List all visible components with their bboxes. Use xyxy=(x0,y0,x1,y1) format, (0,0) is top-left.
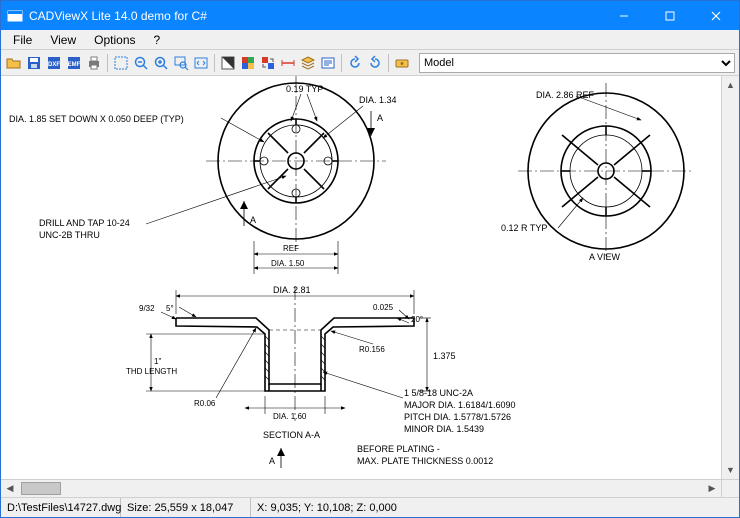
svg-text:DIA. 1.85 SET DOWN X 0.050 DEE: DIA. 1.85 SET DOWN X 0.050 DEEP (TYP) xyxy=(9,114,184,124)
fit-icon[interactable] xyxy=(192,53,210,73)
svg-text:9/32: 9/32 xyxy=(139,304,155,313)
svg-text:DIA. 1.50: DIA. 1.50 xyxy=(271,259,305,268)
drawing-canvas[interactable]: A A DIA. 1.85 SET DOWN X 0.050 DEEP (TYP… xyxy=(1,76,721,479)
menu-options[interactable]: Options xyxy=(86,31,143,49)
black-white-icon[interactable] xyxy=(219,53,237,73)
texts-icon[interactable] xyxy=(319,53,337,73)
svg-text:5°: 5° xyxy=(166,304,174,313)
layout-select[interactable]: Model xyxy=(419,53,735,73)
toolbar-separator xyxy=(214,54,215,72)
svg-text:R0.156: R0.156 xyxy=(359,345,385,354)
status-cursor: X: 9,035; Y: 10,108; Z: 0,000 xyxy=(251,498,739,517)
menu-file[interactable]: File xyxy=(5,31,40,49)
svg-text:BEFORE PLATING -: BEFORE PLATING - xyxy=(357,444,440,454)
svg-text:UNC-2B THRU: UNC-2B THRU xyxy=(39,230,100,240)
open-icon[interactable] xyxy=(5,53,23,73)
layers-icon[interactable] xyxy=(299,53,317,73)
svg-text:0.19 TYP: 0.19 TYP xyxy=(286,84,323,94)
horizontal-scrollbar[interactable]: ◀ ▶ xyxy=(1,479,721,497)
vertical-scrollbar[interactable]: ▲ ▼ xyxy=(721,76,739,479)
svg-text:A: A xyxy=(250,215,256,225)
maximize-button[interactable] xyxy=(647,1,693,30)
svg-text:1": 1" xyxy=(154,357,161,366)
scroll-up-icon[interactable]: ▲ xyxy=(722,76,739,94)
svg-text:DIA. 1.60: DIA. 1.60 xyxy=(273,412,307,421)
status-size: Size: 25,559 x 18,047 xyxy=(121,498,251,517)
svg-text:1.375: 1.375 xyxy=(433,351,456,361)
app-icon xyxy=(7,8,23,24)
svg-text:PITCH DIA. 1.5778/1.5726: PITCH DIA. 1.5778/1.5726 xyxy=(404,412,511,422)
minimize-button[interactable] xyxy=(601,1,647,30)
svg-text:DXF: DXF xyxy=(48,62,60,68)
toolbar-separator xyxy=(388,54,389,72)
svg-text:SECTION A-A: SECTION A-A xyxy=(263,430,320,440)
svg-text:A VIEW: A VIEW xyxy=(589,252,621,262)
svg-text:DIA. 2.86 REF: DIA. 2.86 REF xyxy=(536,90,595,100)
zoom-in-icon[interactable] xyxy=(152,53,170,73)
svg-text:1 5/8-18 UNC-2A: 1 5/8-18 UNC-2A xyxy=(404,388,473,398)
svg-text:DIA. 1.34: DIA. 1.34 xyxy=(359,95,397,105)
svg-text:0.025: 0.025 xyxy=(373,303,394,312)
select-icon[interactable] xyxy=(112,53,130,73)
svg-text:MINOR DIA. 1.5439: MINOR DIA. 1.5439 xyxy=(404,424,484,434)
color-mode-icon[interactable] xyxy=(239,53,257,73)
title-bar: CADViewX Lite 14.0 demo for C# xyxy=(1,1,739,30)
scroll-thumb[interactable] xyxy=(21,482,61,495)
scroll-corner xyxy=(721,479,739,497)
scroll-left-icon[interactable]: ◀ xyxy=(1,480,19,497)
window-title: CADViewX Lite 14.0 demo for C# xyxy=(29,9,601,23)
swap-color-icon[interactable] xyxy=(259,53,277,73)
dim-icon[interactable] xyxy=(279,53,297,73)
save-dxf-icon[interactable]: DXF xyxy=(45,53,63,73)
zoom-out-icon[interactable] xyxy=(132,53,150,73)
status-bar: D:\TestFiles\14727.dwg Size: 25,559 x 18… xyxy=(1,497,739,517)
rotate-right-icon[interactable] xyxy=(366,53,384,73)
svg-text:20°: 20° xyxy=(411,315,423,324)
save-icon[interactable] xyxy=(25,53,43,73)
toolbar-separator xyxy=(341,54,342,72)
rotate-left-icon[interactable] xyxy=(346,53,364,73)
svg-text:MAJOR DIA. 1.6184/1.6090: MAJOR DIA. 1.6184/1.6090 xyxy=(404,400,516,410)
menu-view[interactable]: View xyxy=(42,31,84,49)
svg-text:THD LENGTH: THD LENGTH xyxy=(126,367,177,376)
svg-text:REF: REF xyxy=(283,244,299,253)
zoom-window-icon[interactable] xyxy=(172,53,190,73)
print-icon[interactable] xyxy=(85,53,103,73)
svg-text:R0.06: R0.06 xyxy=(194,399,216,408)
svg-text:A: A xyxy=(377,113,383,123)
save-emf-icon[interactable]: EMF xyxy=(65,53,83,73)
status-file-path: D:\TestFiles\14727.dwg xyxy=(1,498,121,517)
menu-help[interactable]: ? xyxy=(146,31,169,49)
toolbar: DXF EMF Model xyxy=(1,50,739,76)
register-icon[interactable] xyxy=(393,53,411,73)
menu-bar: File View Options ? xyxy=(1,30,739,50)
svg-text:DIA. 2.81: DIA. 2.81 xyxy=(273,285,311,295)
toolbar-separator xyxy=(107,54,108,72)
layout-select-dropdown[interactable]: Model xyxy=(419,53,735,73)
svg-text:A: A xyxy=(269,456,275,466)
svg-text:DRILL AND TAP 10-24: DRILL AND TAP 10-24 xyxy=(39,218,130,228)
svg-text:0.12 R TYP: 0.12 R TYP xyxy=(501,223,547,233)
svg-text:MAX. PLATE THICKNESS 0.0012: MAX. PLATE THICKNESS 0.0012 xyxy=(357,456,493,466)
drawing-viewport[interactable]: A A DIA. 1.85 SET DOWN X 0.050 DEEP (TYP… xyxy=(1,76,739,497)
svg-text:EMF: EMF xyxy=(68,62,81,68)
scroll-down-icon[interactable]: ▼ xyxy=(722,461,739,479)
scroll-right-icon[interactable]: ▶ xyxy=(703,480,721,497)
close-button[interactable] xyxy=(693,1,739,30)
